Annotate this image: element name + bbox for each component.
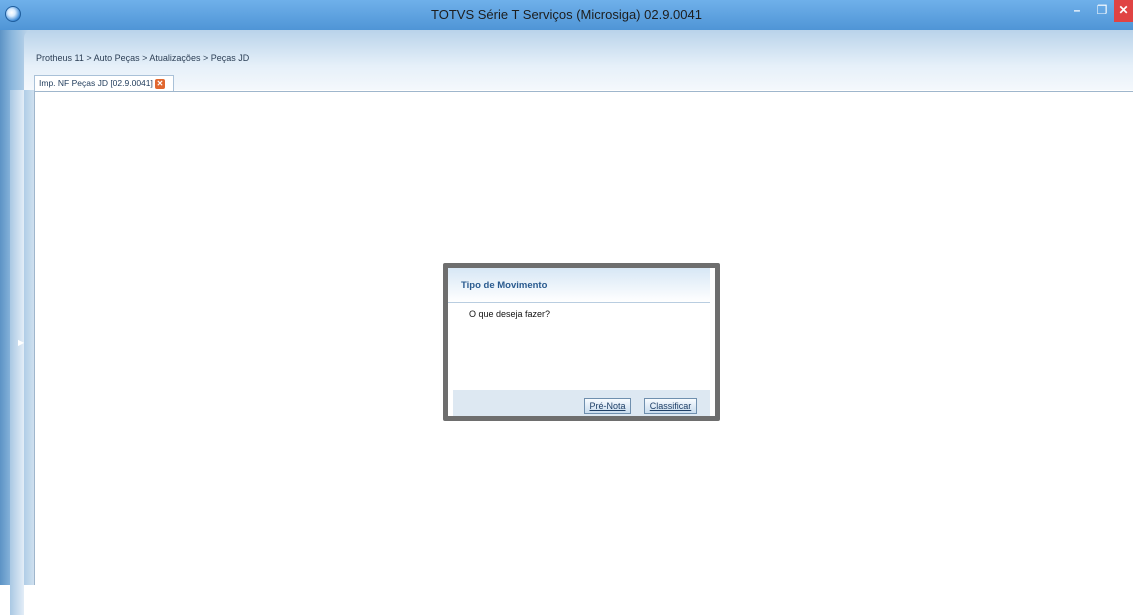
window-titlebar: TOTVS Série T Serviços (Microsiga) 02.9.… <box>0 0 1133 30</box>
close-window-button[interactable]: ✕ <box>1114 0 1133 22</box>
tab-label: Imp. NF Peças JD [02.9.0041] <box>39 78 153 88</box>
classificar-button[interactable]: Classificar <box>644 398 697 414</box>
tab-close-icon[interactable]: ✕ <box>155 79 165 89</box>
window-title: TOTVS Série T Serviços (Microsiga) 02.9.… <box>431 7 702 22</box>
dialog-tipo-de-movimento: Tipo de Movimento O que deseja fazer? Pr… <box>448 268 715 416</box>
left-sidebar-frame <box>0 30 34 615</box>
dialog-title: Tipo de Movimento <box>461 280 548 291</box>
dialog-message: O que deseja fazer? <box>469 309 551 319</box>
maximize-button[interactable]: ❐ <box>1090 0 1114 22</box>
sidebar-collapse-bar[interactable] <box>10 90 24 615</box>
tab-imp-nf-pecas[interactable]: Imp. NF Peças JD [02.9.0041] ✕ <box>34 75 174 91</box>
minimize-button[interactable]: – <box>1065 0 1089 22</box>
pre-nota-button[interactable]: Pré-Nota <box>584 398 631 414</box>
breadcrumb: Protheus 11 > Auto Peças > Atualizações … <box>36 53 250 63</box>
expand-sidebar-icon[interactable]: ▶ <box>18 338 24 347</box>
dialog-header: Tipo de Movimento <box>448 268 710 303</box>
